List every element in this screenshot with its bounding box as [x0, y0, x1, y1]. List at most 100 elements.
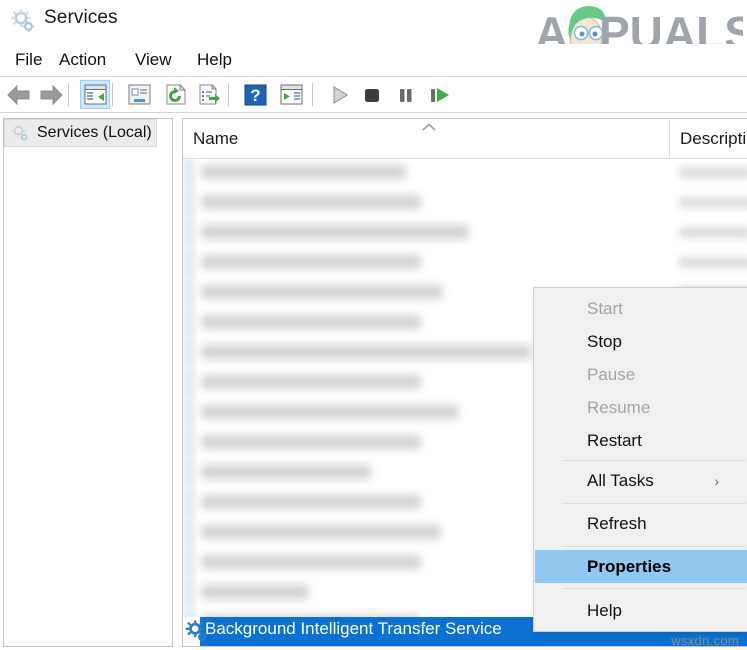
context-menu-separator	[562, 588, 746, 589]
export-list-button[interactable]	[194, 80, 224, 109]
context-menu-item-restart[interactable]: Restart	[535, 424, 747, 457]
row-description-redacted	[679, 167, 747, 178]
start-service-button[interactable]	[325, 80, 355, 109]
toolbar-separator	[68, 83, 69, 106]
menu-help[interactable]: Help	[190, 48, 239, 72]
row-name-redacted	[201, 435, 421, 449]
context-menu-item-start: Start	[535, 292, 747, 325]
context-menu-separator	[562, 460, 746, 461]
refresh-button[interactable]	[160, 80, 190, 109]
context-menu-item-help[interactable]: Help	[535, 594, 747, 627]
context-menu-separator	[562, 546, 746, 547]
menu-file[interactable]: File	[8, 48, 49, 72]
table-row[interactable]	[183, 218, 747, 248]
export-list-icon	[199, 84, 220, 105]
toolbar: ?	[0, 77, 747, 113]
properties-button[interactable]	[124, 80, 154, 109]
row-description-redacted	[679, 257, 747, 268]
sidebar-item-label: Services (Local)	[37, 124, 152, 141]
forward-button[interactable]	[36, 80, 66, 109]
row-name-redacted	[201, 315, 421, 329]
chevron-right-icon: ›	[714, 472, 719, 489]
show-console-button[interactable]	[276, 80, 306, 109]
services-gear-icon	[11, 9, 35, 33]
row-name-redacted	[201, 345, 531, 359]
restart-icon	[431, 87, 449, 102]
menu-view[interactable]: View	[128, 48, 179, 72]
pause-icon	[400, 88, 412, 102]
row-icon-placeholder	[183, 158, 195, 188]
properties-icon	[128, 84, 150, 105]
stop-icon	[365, 88, 379, 102]
row-name-redacted	[201, 195, 421, 209]
row-name-redacted	[201, 255, 421, 269]
row-icon-placeholder	[183, 458, 195, 488]
row-name-redacted	[201, 405, 459, 419]
table-row[interactable]	[183, 158, 747, 188]
column-header-description-label: Descriptio	[680, 128, 747, 148]
services-gear-icon	[11, 124, 28, 141]
table-row[interactable]	[183, 188, 747, 218]
show-hide-tree-button[interactable]	[80, 80, 110, 109]
context-menu-item-properties[interactable]: Properties	[535, 550, 747, 583]
help-button[interactable]: ?	[240, 80, 270, 109]
row-icon-placeholder	[183, 518, 195, 548]
service-context-menu: Start Stop Pause Resume Restart All Tasks › Ref…	[533, 287, 747, 632]
row-name-redacted	[201, 495, 421, 509]
stop-service-button[interactable]	[357, 80, 387, 109]
column-header-row: Name Descriptio	[183, 119, 747, 159]
context-menu-item-stop[interactable]: Stop	[535, 325, 747, 358]
context-menu-item-label: Start	[587, 298, 623, 318]
context-menu-item-label: Restart	[587, 430, 642, 450]
context-menu-item-label: Resume	[587, 397, 651, 417]
question-mark-icon: ?	[244, 84, 266, 105]
row-name-redacted	[201, 465, 371, 479]
console-tree-icon	[84, 84, 106, 105]
context-menu-item-resume: Resume	[535, 391, 747, 424]
toolbar-separator	[312, 83, 313, 106]
title-bar: Services A PUALS	[0, 0, 747, 59]
menu-bar: File Action View Help	[0, 44, 747, 77]
play-icon	[333, 85, 349, 104]
context-menu-item-pause: Pause	[535, 358, 747, 391]
tree-pane: Services (Local)	[3, 118, 173, 647]
row-icon-placeholder	[183, 308, 195, 338]
row-name-redacted	[201, 555, 421, 569]
row-icon-placeholder	[183, 428, 195, 458]
context-menu-item-label: All Tasks	[587, 470, 654, 490]
row-icon-placeholder	[183, 488, 195, 518]
row-icon-placeholder	[183, 368, 195, 398]
context-menu-item-label: Pause	[587, 364, 636, 384]
selected-service-name: Background Intelligent Transfer Service	[205, 619, 502, 638]
back-button[interactable]	[4, 80, 34, 109]
pause-service-button[interactable]	[391, 80, 421, 109]
row-name-redacted	[201, 375, 421, 389]
column-header-name-label: Name	[193, 128, 239, 148]
refresh-icon	[166, 84, 186, 105]
column-header-description[interactable]: Descriptio	[669, 119, 747, 158]
toolbar-separator	[112, 83, 113, 106]
context-menu-item-refresh[interactable]: Refresh	[535, 507, 747, 540]
row-icon-placeholder	[183, 398, 195, 428]
column-header-name[interactable]: Name	[183, 119, 669, 158]
sidebar-item-services-local[interactable]: Services (Local)	[4, 119, 157, 147]
row-name-redacted	[201, 225, 469, 239]
row-icon-placeholder	[183, 188, 195, 218]
row-icon-placeholder	[183, 278, 195, 308]
context-menu-item-label: Refresh	[587, 513, 647, 533]
row-name-redacted	[201, 585, 309, 599]
row-description-redacted	[679, 227, 747, 238]
row-icon-placeholder	[183, 338, 195, 368]
menu-action[interactable]: Action	[52, 48, 113, 72]
arrow-right-icon	[40, 84, 63, 105]
restart-service-button[interactable]	[425, 80, 455, 109]
context-menu-item-label: Help	[587, 600, 622, 620]
row-name-redacted	[201, 285, 443, 299]
context-menu-item-label: Properties	[587, 556, 672, 576]
console-play-icon	[280, 84, 302, 105]
row-icon-placeholder	[183, 218, 195, 248]
context-menu-item-all-tasks[interactable]: All Tasks ›	[535, 464, 747, 497]
table-row[interactable]	[183, 248, 747, 278]
window-title: Services	[44, 7, 118, 28]
row-name-redacted	[201, 165, 406, 179]
